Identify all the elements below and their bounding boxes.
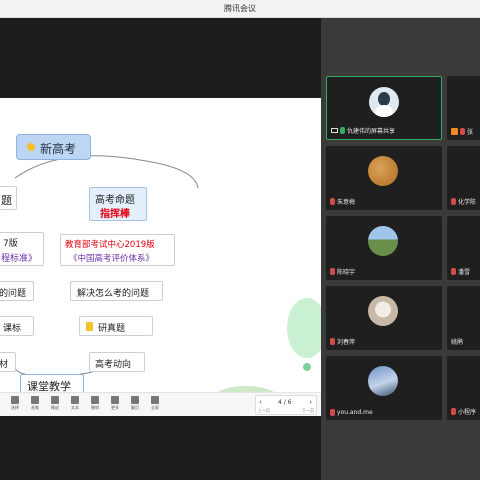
participant-name: 化学陈 xyxy=(458,199,477,206)
participant-tile[interactable]: 朱意梅 xyxy=(326,146,442,210)
participant-tile[interactable]: 陈晓宇 xyxy=(326,216,442,280)
mic-off-icon xyxy=(451,268,456,275)
participant-tile[interactable]: 仇建伟的屏幕共享 xyxy=(326,76,442,140)
mic-off-icon xyxy=(330,409,335,416)
mic-off-icon xyxy=(451,408,456,415)
tool-select[interactable]: 选择 xyxy=(4,396,26,411)
mic-off-icon xyxy=(451,198,456,205)
left-node-standard: 7版 程标准》 xyxy=(0,232,44,266)
participant-name: 仇建伟的屏幕共享 xyxy=(347,128,396,135)
shared-screen-area: 新高考 题 高考命题 指挥棒 7版 程标准》 教育部考试中心2019版 《中国高… xyxy=(0,18,321,480)
participant-panel: 仇建伟的屏幕共享 张 朱意梅 化学陈 陈晓宇 潘雪 刘春萍 姚鹃 you.and… xyxy=(321,18,480,480)
center-node-title: 新高考 xyxy=(40,142,77,156)
undo-icon xyxy=(91,396,99,404)
page-navigator: ‹ 4 / 6 › 上一页 下一页 xyxy=(255,395,317,415)
annotation-toolbar: 选择 画笔 橡皮 文本 撤销 更多 翻页 全屏 ‹ 4 / 6 › 上一页 下一… xyxy=(0,392,321,416)
participant-tile[interactable]: 姚鹃 xyxy=(447,286,480,350)
avatar xyxy=(368,156,398,186)
right-node-source: 教育部考试中心2019版 《中国高考评价体系》 xyxy=(60,234,175,266)
participant-name: 潘雪 xyxy=(458,269,471,276)
next-page-label: 下一页 xyxy=(302,408,314,413)
tool-eraser[interactable]: 橡皮 xyxy=(44,396,66,411)
screen-share-icon xyxy=(331,128,338,133)
right-node-exam: 高考命题 指挥棒 xyxy=(89,187,147,221)
participant-tile[interactable]: you.and.me xyxy=(326,356,442,420)
cursor-icon xyxy=(11,396,19,404)
participant-tile[interactable]: 张 xyxy=(447,76,480,140)
window-title: 腾讯会议 xyxy=(224,4,256,13)
pen-icon xyxy=(31,396,39,404)
prev-page-label: 上一页 xyxy=(258,408,270,413)
participant-tile[interactable]: 潘雪 xyxy=(447,216,480,280)
center-node: 新高考 xyxy=(16,134,91,160)
left-node-question-text: 的问题 xyxy=(0,289,27,299)
right-node-exam-title: 高考命题 xyxy=(95,195,135,206)
mic-off-icon xyxy=(460,128,465,135)
left-node-curriculum-text: 课标 xyxy=(3,324,22,334)
mic-off-icon xyxy=(330,338,335,345)
user-icon xyxy=(451,128,458,135)
right-node-source-line1: 教育部考试中心2019版 xyxy=(65,240,155,250)
tool-more[interactable]: 更多 xyxy=(104,396,126,411)
participant-tile[interactable]: 化学陈 xyxy=(447,146,480,210)
participant-name: 陈晓宇 xyxy=(337,269,356,276)
presentation-slide: 新高考 题 高考命题 指挥棒 7版 程标准》 教育部考试中心2019版 《中国高… xyxy=(0,98,321,416)
left-node-top-text: 题 xyxy=(1,194,12,207)
participant-tile[interactable]: 小程序 xyxy=(447,356,480,420)
eraser-icon xyxy=(51,396,59,404)
right-node-exam-highlight: 指挥棒 xyxy=(100,209,130,220)
participant-name: 张 xyxy=(467,129,474,136)
mic-off-icon xyxy=(330,198,335,205)
participant-name: 姚鹃 xyxy=(451,339,464,346)
left-node-material: 材 xyxy=(0,352,16,372)
participant-name: 小程序 xyxy=(458,409,477,416)
avatar xyxy=(368,296,398,326)
fullscreen-icon xyxy=(151,396,159,404)
avatar xyxy=(368,366,398,396)
document-icon xyxy=(86,322,93,331)
right-node-study: 研真题 xyxy=(79,316,153,336)
mic-on-icon xyxy=(340,127,345,134)
left-node-question: 的问题 xyxy=(0,281,34,301)
right-node-trend: 高考动向 xyxy=(89,352,145,372)
tool-text[interactable]: 文本 xyxy=(64,396,86,411)
prev-page-button[interactable]: ‹ xyxy=(259,398,262,406)
lightbulb-icon xyxy=(27,143,35,151)
left-node-material-text: 材 xyxy=(0,360,9,370)
left-node-curriculum: 课标 xyxy=(0,316,34,336)
tool-fullscreen[interactable]: 全屏 xyxy=(144,396,166,411)
participant-name: 朱意梅 xyxy=(337,199,356,206)
left-node-standard-line2: 程标准》 xyxy=(1,254,38,264)
avatar xyxy=(369,87,399,117)
next-page-button[interactable]: › xyxy=(309,398,312,406)
tool-undo[interactable]: 撤销 xyxy=(84,396,106,411)
page-icon xyxy=(131,396,139,404)
right-node-trend-text: 高考动向 xyxy=(95,360,132,370)
tool-page[interactable]: 翻页 xyxy=(124,396,146,411)
participant-tile[interactable]: 刘春萍 xyxy=(326,286,442,350)
left-node-standard-line1: 7版 xyxy=(3,239,18,249)
participant-name: you.and.me xyxy=(337,409,373,416)
right-node-study-text: 研真题 xyxy=(98,324,126,334)
text-icon xyxy=(71,396,79,404)
participant-name: 刘春萍 xyxy=(337,339,356,346)
more-icon xyxy=(111,396,119,404)
right-node-question: 解决怎么考的问题 xyxy=(70,281,163,301)
right-node-question-text: 解决怎么考的问题 xyxy=(77,289,150,299)
avatar xyxy=(368,226,398,256)
left-node-top: 题 xyxy=(0,186,17,210)
mic-off-icon xyxy=(330,268,335,275)
title-bar: 腾讯会议 xyxy=(0,0,480,18)
tool-pen[interactable]: 画笔 xyxy=(24,396,46,411)
right-node-source-line2: 《中国高考评价体系》 xyxy=(69,254,155,264)
page-indicator: 4 / 6 xyxy=(278,399,292,406)
